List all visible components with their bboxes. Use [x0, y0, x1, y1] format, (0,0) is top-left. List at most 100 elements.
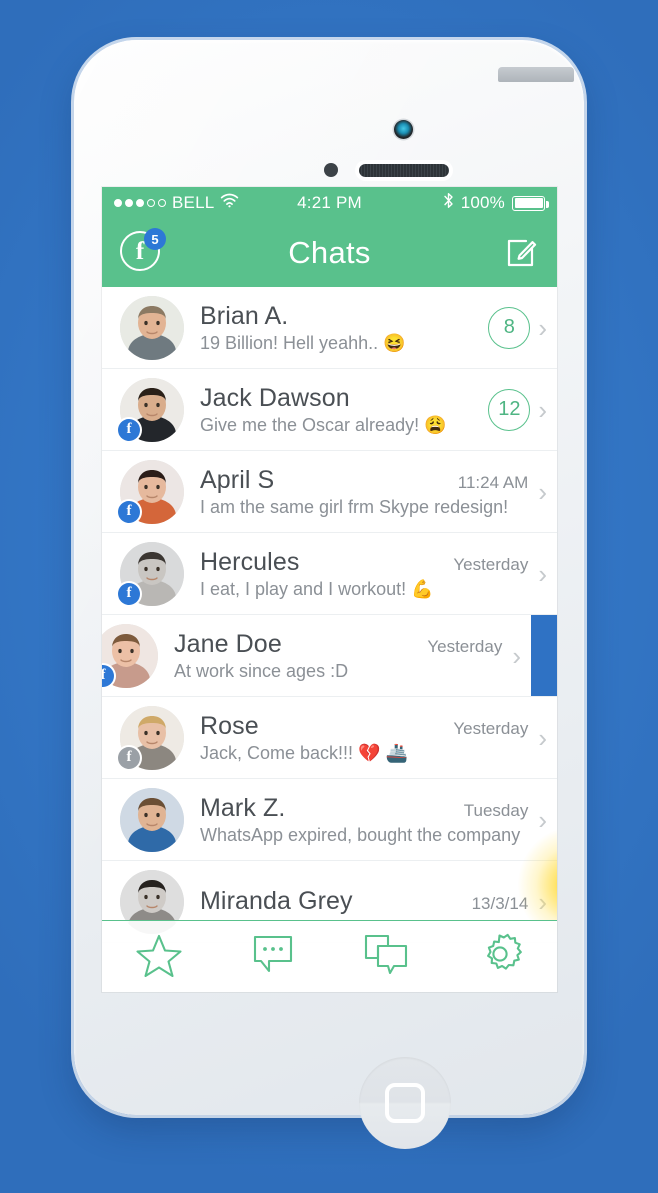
chat-row[interactable]: f Hercules Yesterday I eat, I play and I… [102, 533, 557, 615]
chat-row-text: April S 11:24 AM I am the same girl frm … [200, 466, 528, 518]
chats-bubbles-icon [364, 934, 408, 979]
chat-row-text: Jack Dawson Give me the Oscar already! 😩 [200, 384, 478, 436]
chat-contact-name: Rose [200, 711, 259, 740]
chat-row-accessory: 8 › [488, 306, 547, 349]
home-button-square-icon [385, 1083, 425, 1123]
battery-percent-label: 100% [460, 193, 505, 212]
facebook-source-badge: f [118, 418, 140, 441]
chevron-right-icon[interactable]: › [538, 889, 547, 915]
chat-preview: Jack, Come back!!! 💔 🚢 [200, 742, 408, 763]
chat-row-content[interactable]: f Jack Dawson Give me the Oscar already!… [102, 369, 557, 450]
chat-contact-name: Hercules [200, 547, 300, 576]
chat-row-accessory: › [538, 725, 547, 751]
tab-chats[interactable] [330, 921, 444, 992]
chevron-right-icon[interactable]: › [538, 807, 547, 833]
chat-contact-name: Jack Dawson [200, 383, 350, 412]
chat-row[interactable]: Brian A. 19 Billion! Hell yeahh.. 😆 8 › [102, 287, 557, 369]
tab-messages[interactable] [216, 921, 330, 992]
tab-favorites[interactable] [102, 921, 216, 992]
avatar[interactable]: f [118, 459, 184, 524]
chat-row-text: Hercules Yesterday I eat, I play and I w… [200, 548, 528, 600]
chevron-right-icon[interactable]: › [538, 479, 547, 505]
chat-row[interactable]: f Rose Yesterday Jack, Come back!!! 💔 🚢 … [102, 697, 557, 779]
swipe-action-button[interactable]: ll [531, 615, 557, 696]
chat-row-content[interactable]: f Jane Doe Yesterday At work since ages … [102, 615, 531, 696]
chat-row-content[interactable]: f Rose Yesterday Jack, Come back!!! 💔 🚢 … [102, 697, 557, 778]
chat-row[interactable]: f April S 11:24 AM I am the same girl fr… [102, 451, 557, 533]
star-icon [136, 931, 182, 982]
navigation-bar: f 5 Chats [102, 219, 557, 287]
signal-strength-icon [114, 199, 166, 207]
avatar[interactable]: f [118, 377, 184, 442]
avatar-photo [120, 787, 184, 852]
avatar[interactable]: f [102, 623, 158, 688]
chat-row-content[interactable]: f April S 11:24 AM I am the same girl fr… [102, 451, 557, 532]
phone-screen: BELL 4:21 PM 100% f 5 Chats Brian A. 19 … [102, 187, 557, 992]
chat-preview: WhatsApp expired, bought the company [200, 824, 521, 845]
facebook-source-badge: f [118, 746, 140, 769]
facebook-source-badge: f [118, 500, 140, 523]
chat-preview: 19 Billion! Hell yeahh.. 😆 [200, 332, 406, 353]
compose-icon[interactable] [501, 234, 539, 272]
chat-list[interactable]: Brian A. 19 Billion! Hell yeahh.. 😆 8 › … [102, 287, 557, 992]
chat-row-accessory: › [538, 807, 547, 833]
chat-timestamp: 13/3/14 [471, 894, 529, 913]
chevron-right-icon[interactable]: › [538, 725, 547, 751]
chat-row-content[interactable]: f Hercules Yesterday I eat, I play and I… [102, 533, 557, 614]
chat-contact-name: Brian A. [200, 301, 289, 330]
facebook-glyph: f [135, 237, 145, 265]
chat-row-text: Rose Yesterday Jack, Come back!!! 💔 🚢 [200, 712, 528, 764]
facebook-source-badge: f [118, 582, 140, 605]
chat-contact-name: Miranda Grey [200, 887, 353, 915]
message-bubble-icon [252, 934, 294, 979]
unread-count-badge: 12 [488, 388, 531, 431]
chat-timestamp: Yesterday [453, 718, 529, 738]
chat-row-accessory: › [538, 561, 547, 587]
front-camera [394, 120, 413, 139]
chat-contact-name: Mark Z. [200, 793, 286, 822]
chat-timestamp: Tuesday [463, 800, 529, 820]
chat-preview: I eat, I play and I workout! 💪 [200, 578, 434, 599]
power-button[interactable] [498, 67, 574, 82]
chat-timestamp: Yesterday [453, 554, 529, 574]
chat-row-text: Brian A. 19 Billion! Hell yeahh.. 😆 [200, 302, 478, 354]
chat-preview: At work since ages :D [174, 660, 349, 681]
bluetooth-icon [443, 192, 454, 214]
status-bar: BELL 4:21 PM 100% [102, 187, 557, 219]
chat-row-content[interactable]: Brian A. 19 Billion! Hell yeahh.. 😆 8 › [102, 287, 557, 368]
chat-contact-name: Jane Doe [174, 629, 282, 658]
avatar[interactable] [120, 787, 184, 852]
chat-row-content[interactable]: Mark Z. Tuesday WhatsApp expired, bought… [102, 779, 557, 860]
carrier-label: BELL [172, 193, 215, 212]
home-button[interactable] [359, 1057, 451, 1149]
chat-row-text: Jane Doe Yesterday At work since ages :D [174, 630, 502, 682]
chat-row[interactable]: Mark Z. Tuesday WhatsApp expired, bought… [102, 779, 557, 861]
chat-preview: Give me the Oscar already! 😩 [200, 414, 447, 435]
avatar[interactable]: f [118, 541, 184, 606]
avatar[interactable]: f [118, 705, 184, 770]
chat-preview: I am the same girl frm Skype redesign! [200, 496, 509, 517]
avatar[interactable] [120, 295, 184, 360]
chat-row-accessory: › [538, 889, 547, 915]
chat-row-text: Miranda Grey 13/3/14 [200, 887, 528, 916]
chat-row-accessory: › [512, 643, 521, 669]
chevron-right-icon[interactable]: › [538, 561, 547, 587]
gear-icon [478, 932, 522, 981]
battery-icon [512, 195, 549, 211]
facebook-notification-badge: 5 [144, 228, 166, 250]
status-bar-left: BELL [114, 193, 297, 213]
status-bar-right: 100% [362, 192, 549, 214]
chat-row[interactable]: f Jack Dawson Give me the Oscar already!… [102, 369, 557, 451]
chat-row-text: Mark Z. Tuesday WhatsApp expired, bought… [200, 794, 528, 846]
avatar-photo [120, 295, 184, 360]
unread-count-badge: 8 [488, 306, 531, 349]
chevron-right-icon[interactable]: › [538, 397, 547, 423]
chat-contact-name: April S [200, 465, 275, 494]
chevron-right-icon[interactable]: › [512, 643, 521, 669]
proximity-sensor-icon [324, 163, 338, 177]
chevron-right-icon[interactable]: › [538, 315, 547, 341]
tab-settings[interactable] [443, 921, 557, 992]
chat-timestamp: Yesterday [427, 636, 503, 656]
chat-row[interactable]: ll f Jane Doe Yesterday At work since ag… [102, 615, 557, 697]
facebook-icon[interactable]: f 5 [120, 228, 166, 275]
